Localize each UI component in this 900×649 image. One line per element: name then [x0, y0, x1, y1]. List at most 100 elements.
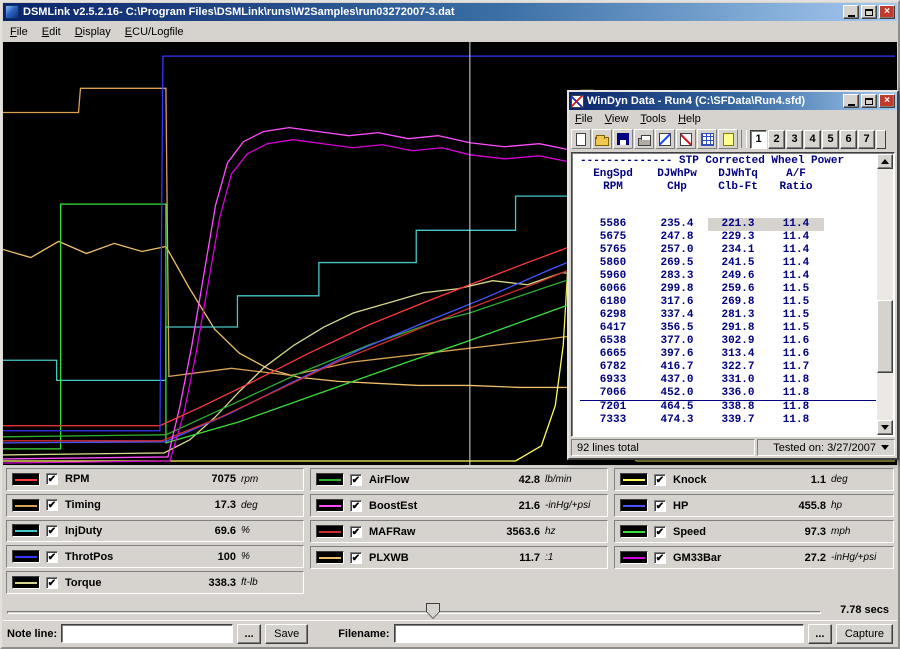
table-cell: 269.5 [646, 257, 708, 270]
scroll-down-button[interactable] [877, 420, 893, 435]
table-cell: 11.5 [768, 309, 824, 322]
windyn-menu-tools[interactable]: Tools [634, 112, 672, 126]
table-row[interactable]: 6417356.5291.811.5 [580, 322, 876, 335]
grid-button[interactable] [697, 129, 717, 149]
param-value: 1.1 [766, 474, 826, 486]
table-cell: 11.4 [768, 231, 824, 244]
param-checkbox[interactable]: ✔ [350, 552, 362, 564]
time-slider-thumb[interactable] [426, 603, 440, 619]
main-menu-edit[interactable]: Edit [35, 23, 68, 41]
param-checkbox[interactable]: ✔ [46, 499, 58, 511]
windyn-close-button[interactable]: × [879, 94, 895, 108]
save-button[interactable] [613, 129, 633, 149]
param-checkbox[interactable]: ✔ [654, 500, 666, 512]
trace-color-swatch [12, 473, 40, 486]
param-label: BoostEst [369, 500, 480, 512]
windyn-window: WinDyn Data - Run4 (C:\SFData\Run4.sfd) … [567, 90, 899, 460]
table-row[interactable]: 5960283.3249.611.4 [580, 270, 876, 283]
param-column-3: ✔Knock1.1deg✔HP455.8hp✔Speed97.3mph✔GM33… [614, 468, 894, 594]
windyn-title-bar[interactable]: WinDyn Data - Run4 (C:\SFData\Run4.sfd) … [569, 92, 897, 110]
param-checkbox[interactable]: ✔ [350, 500, 362, 512]
scrollbar-thumb[interactable] [877, 300, 893, 373]
tested-on-dropdown-icon[interactable] [881, 445, 889, 450]
param-checkbox[interactable]: ✔ [350, 526, 362, 538]
main-menu-display[interactable]: Display [68, 23, 118, 41]
windyn-table[interactable]: -------------- STP Corrected Wheel Power… [574, 155, 876, 434]
print-button[interactable] [634, 129, 654, 149]
param-checkbox[interactable]: ✔ [46, 473, 58, 485]
main-menu-file[interactable]: File [3, 23, 35, 41]
page-tab-1[interactable]: 1 [750, 130, 767, 149]
param-checkbox[interactable]: ✔ [46, 525, 58, 537]
trace-color-line [15, 505, 37, 507]
param-unit: -inHg/+psi [826, 552, 888, 563]
table-row[interactable]: 5586235.4221.311.4 [580, 218, 876, 231]
param-row-torque: ✔Torque338.3ft-lb [6, 571, 304, 594]
page-tab-4[interactable]: 4 [804, 130, 821, 149]
filename-browse-button[interactable]: ... [808, 624, 832, 644]
table-cell: 221.3 [708, 218, 768, 231]
filename-input[interactable] [394, 624, 804, 643]
note-more-button[interactable]: ... [237, 624, 261, 644]
table-row[interactable]: 6066299.8259.611.5 [580, 283, 876, 296]
table-cell: 317.6 [646, 296, 708, 309]
table-row[interactable]: 5860269.5241.511.4 [580, 257, 876, 270]
param-checkbox[interactable]: ✔ [46, 577, 58, 589]
main-menu-ecu-logfile[interactable]: ECU/Logfile [118, 23, 191, 41]
time-slider-track[interactable] [7, 611, 821, 614]
table-row[interactable]: 5765257.0234.111.4 [580, 244, 876, 257]
scroll-up-button[interactable] [877, 154, 893, 169]
notes-button[interactable] [718, 129, 738, 149]
table-row[interactable]: 7201464.5338.811.8 [580, 401, 876, 414]
param-checkbox[interactable]: ✔ [654, 526, 666, 538]
page-tab-7[interactable]: 7 [858, 130, 875, 149]
table-cell: 235.4 [646, 218, 708, 231]
grid-icon [701, 133, 714, 146]
toolbar-overflow-button[interactable] [876, 130, 886, 149]
open-button[interactable] [592, 129, 612, 149]
new-button[interactable] [571, 129, 591, 149]
table-row[interactable]: 6782416.7322.711.7 [580, 361, 876, 374]
table-cell: 474.3 [646, 414, 708, 427]
table-row[interactable]: 6933437.0331.011.8 [580, 374, 876, 387]
table-cell: 11.8 [768, 387, 824, 400]
table-cell: 11.5 [768, 283, 824, 296]
save-button[interactable]: Save [265, 624, 308, 644]
windyn-menu-file[interactable]: File [569, 112, 599, 126]
windyn-scrollbar[interactable] [877, 154, 893, 435]
trace-color-swatch [12, 524, 40, 537]
param-value: 100 [176, 551, 236, 563]
table-row[interactable]: 6298337.4281.311.5 [580, 309, 876, 322]
windyn-minimize-button[interactable] [843, 94, 859, 108]
title-bar[interactable]: DSMLink v2.5.2.16- C:\Program Files\DSML… [3, 3, 897, 21]
edit-button[interactable] [676, 129, 696, 149]
table-cell: 11.8 [768, 401, 824, 414]
table-row[interactable]: 6180317.6269.811.5 [580, 296, 876, 309]
windyn-menu-view[interactable]: View [599, 112, 635, 126]
table-row[interactable]: 5675247.8229.311.4 [580, 231, 876, 244]
param-checkbox[interactable]: ✔ [654, 552, 666, 564]
table-row[interactable]: 7333474.3339.711.8 [580, 414, 876, 427]
note-line-input[interactable] [61, 624, 233, 643]
page-tab-5[interactable]: 5 [822, 130, 839, 149]
trace-color-line [319, 531, 341, 533]
windyn-maximize-button[interactable] [861, 94, 877, 108]
close-button[interactable]: × [879, 5, 895, 19]
param-checkbox[interactable]: ✔ [654, 474, 666, 486]
table-row[interactable]: 6538377.0302.911.6 [580, 335, 876, 348]
table-row[interactable]: 6665397.6313.411.6 [580, 348, 876, 361]
table-row[interactable]: 7066452.0336.011.8 [580, 387, 876, 401]
table-cell: 299.8 [646, 283, 708, 296]
param-checkbox[interactable]: ✔ [350, 474, 362, 486]
preview-button[interactable] [655, 129, 675, 149]
lines-total: 92 lines total [571, 439, 755, 456]
page-tab-3[interactable]: 3 [786, 130, 803, 149]
maximize-button[interactable] [861, 5, 877, 19]
page-tab-6[interactable]: 6 [840, 130, 857, 149]
param-checkbox[interactable]: ✔ [46, 551, 58, 563]
page-tab-2[interactable]: 2 [768, 130, 785, 149]
windyn-menu-help[interactable]: Help [672, 112, 707, 126]
capture-button[interactable]: Capture [836, 624, 893, 644]
minimize-button[interactable] [843, 5, 859, 19]
trace-color-swatch [316, 473, 344, 486]
